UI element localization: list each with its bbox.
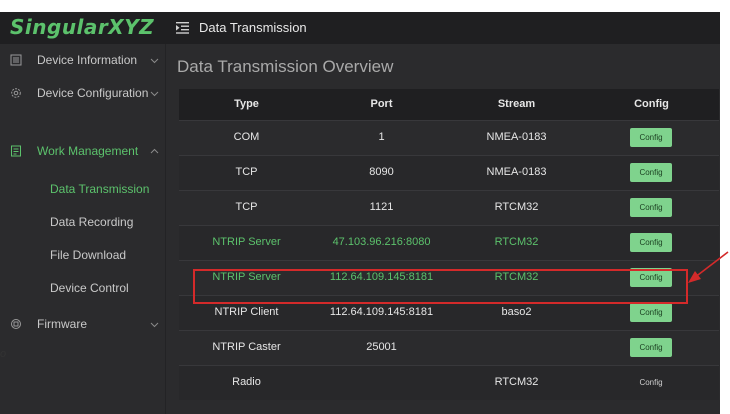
- top-bar: SingularXYZ Data Transmission: [0, 12, 720, 44]
- table-row: COM 1 NMEA-0183 Config: [179, 120, 719, 155]
- cell-type: NTRIP Caster: [212, 341, 281, 353]
- chevron-down-icon: [150, 58, 159, 64]
- column-header-port: Port: [370, 98, 393, 110]
- table-row: NTRIP Server 47.103.96.216:8080 RTCM32 C…: [179, 225, 719, 260]
- chip-icon: [11, 319, 21, 329]
- brand-logo: SingularXYZ: [10, 15, 155, 39]
- annotation-arrow-icon: [688, 251, 729, 283]
- cell-port: 112.64.109.145:8181: [329, 271, 434, 283]
- screenshot-frame: SingularXYZ Data Transmission Device Inf…: [0, 0, 730, 414]
- main-content: Data Transmission Overview Type Port Str…: [166, 44, 720, 414]
- page-title: Data Transmission Overview: [177, 57, 394, 76]
- cell-port: 8090: [369, 166, 394, 178]
- menu-fold-icon[interactable]: [176, 21, 189, 34]
- cell-type: NTRIP Server: [212, 271, 281, 283]
- config-button[interactable]: Config: [630, 128, 672, 147]
- sidebar-item-label: Work Management: [37, 144, 139, 158]
- chevron-up-icon: [150, 148, 159, 154]
- table-row: Radio RTCM32 Config: [179, 365, 719, 400]
- sidebar-subitem-label: Data Recording: [50, 215, 134, 229]
- config-button[interactable]: Config: [630, 338, 672, 357]
- sidebar-item-device-information[interactable]: Device Information: [0, 44, 165, 77]
- cell-type: Radio: [232, 376, 261, 388]
- sidebar-subitem-data-transmission[interactable]: Data Transmission: [0, 173, 165, 206]
- sidebar-item-label: Device Configuration: [37, 86, 149, 100]
- cell-stream: RTCM32: [494, 376, 539, 388]
- cell-stream: RTCM32: [494, 201, 539, 213]
- cell-stream: NMEA-0183: [486, 166, 547, 178]
- table-row: NTRIP Caster 25001 Config: [179, 330, 719, 365]
- column-header-stream: Stream: [497, 98, 536, 110]
- table-header: Type Port Stream Config: [179, 89, 719, 120]
- table-row: NTRIP Client 112.64.109.145:8181 baso2 C…: [179, 295, 719, 330]
- cell-type: TCP: [235, 166, 258, 178]
- column-header-type: Type: [234, 98, 259, 110]
- cell-type: NTRIP Server: [212, 236, 281, 248]
- cell-type: NTRIP Client: [214, 306, 279, 318]
- cell-type: TCP: [235, 201, 258, 213]
- sidebar-subitem-file-download[interactable]: File Download: [0, 239, 165, 272]
- cell-port: 47.103.96.216:8080: [332, 236, 431, 248]
- table-row: TCP 8090 NMEA-0183 Config: [179, 155, 719, 190]
- cell-type: COM: [233, 131, 260, 143]
- sidebar-item-firmware[interactable]: Firmware: [0, 308, 165, 341]
- cell-port: 25001: [366, 341, 397, 353]
- page-header-title: Data Transmission: [199, 20, 307, 35]
- sidebar-item-device-configuration[interactable]: Device Configuration: [0, 77, 165, 110]
- cell-port: 1: [378, 131, 385, 143]
- app-window: SingularXYZ Data Transmission Device Inf…: [0, 12, 720, 414]
- cell-stream: NMEA-0183: [486, 131, 547, 143]
- sidebar-item-label: Firmware: [37, 317, 87, 331]
- sidebar-subitem-label: File Download: [50, 248, 127, 262]
- config-button[interactable]: Config: [630, 373, 672, 392]
- chevron-down-icon: [150, 322, 159, 328]
- cell-port: 1121: [369, 201, 394, 213]
- sidebar: Device Information Device Configuration: [0, 44, 165, 414]
- cell-port: 112.64.109.145:8181: [329, 306, 434, 318]
- config-button[interactable]: Config: [630, 198, 672, 217]
- sidebar-item-label: Device Information: [37, 53, 138, 67]
- config-button[interactable]: Config: [630, 268, 672, 287]
- table-row-highlighted: NTRIP Server 112.64.109.145:8181 RTCM32 …: [179, 260, 719, 295]
- column-header-config: Config: [634, 98, 669, 110]
- cell-stream: baso2: [501, 306, 532, 318]
- edge-text-fragment: o: [0, 348, 7, 360]
- sidebar-item-work-management[interactable]: Work Management: [0, 135, 165, 168]
- cell-stream: RTCM32: [494, 271, 539, 283]
- config-button[interactable]: Config: [630, 163, 672, 182]
- clipboard-icon: [11, 145, 21, 157]
- chevron-down-icon: [150, 91, 159, 97]
- sidebar-subitem-label: Device Control: [50, 281, 129, 295]
- list-icon: [10, 54, 22, 66]
- sidebar-subitem-label: Data Transmission: [50, 182, 150, 196]
- table-row: TCP 1121 RTCM32 Config: [179, 190, 719, 225]
- config-button[interactable]: Config: [630, 303, 672, 322]
- config-button[interactable]: Config: [630, 233, 672, 252]
- sidebar-subitem-device-control[interactable]: Device Control: [0, 272, 165, 305]
- cell-stream: RTCM32: [494, 236, 539, 248]
- sidebar-subitem-data-recording[interactable]: Data Recording: [0, 206, 165, 239]
- gear-icon: [11, 88, 21, 98]
